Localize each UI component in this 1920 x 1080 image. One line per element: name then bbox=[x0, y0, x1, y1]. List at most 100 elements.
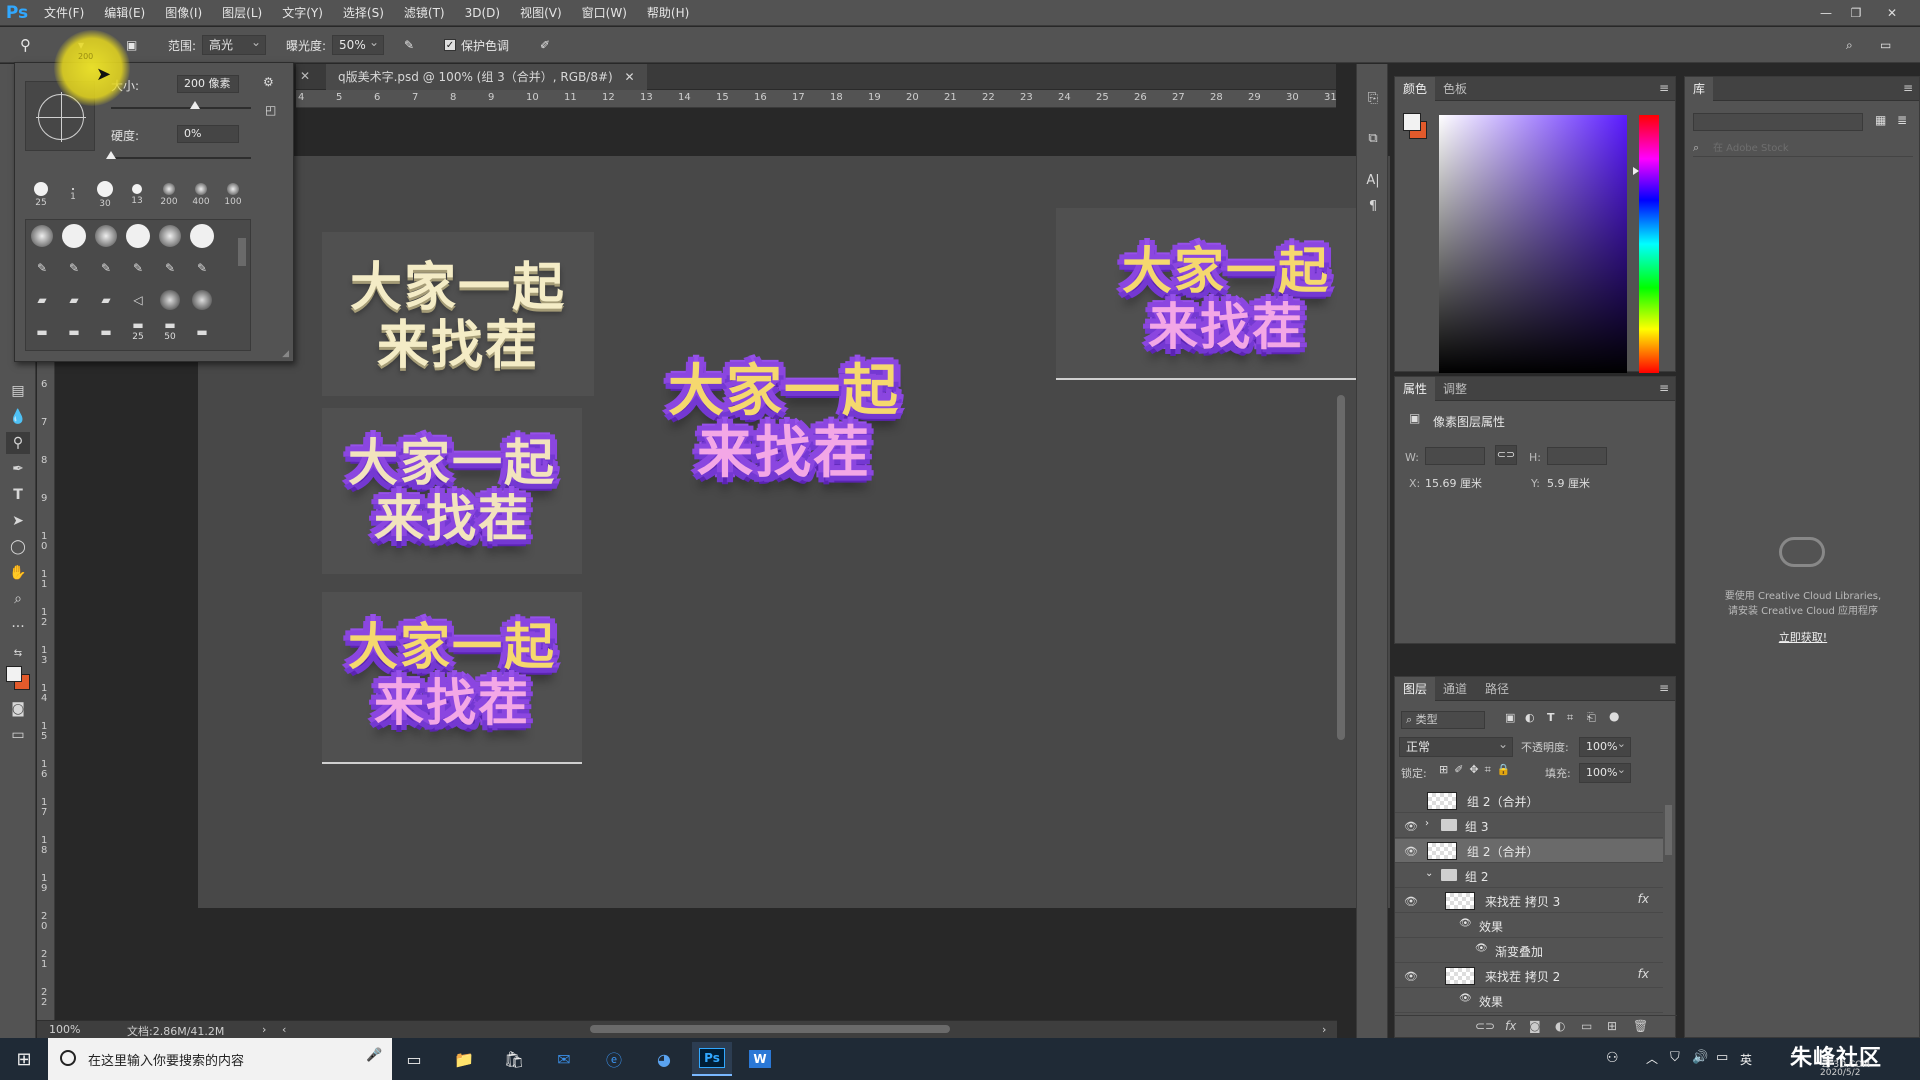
menu-item[interactable]: 图像(I) bbox=[155, 0, 212, 26]
add-mask-icon[interactable]: ◙ bbox=[1529, 1019, 1541, 1033]
tab-channels[interactable]: 通道 bbox=[1435, 677, 1475, 701]
tab-adjustments[interactable]: 调整 bbox=[1435, 377, 1475, 401]
menu-item[interactable]: 滤镜(T) bbox=[394, 0, 455, 26]
type-tool-icon[interactable]: T bbox=[6, 484, 30, 506]
panel-menu-icon[interactable]: ≡ bbox=[1659, 381, 1669, 395]
filter-type-icon[interactable]: T bbox=[1547, 711, 1555, 724]
fill-input[interactable]: 100% bbox=[1579, 761, 1631, 783]
mail-icon[interactable]: ✉ bbox=[546, 1044, 582, 1074]
chevron-down-icon[interactable]: ⌄ bbox=[1425, 868, 1433, 879]
file-explorer-icon[interactable]: 📁 bbox=[446, 1044, 482, 1074]
layer-row[interactable]: 👁 组 2（合并） bbox=[1395, 839, 1663, 863]
layer-style-icon[interactable]: fx bbox=[1505, 1019, 1516, 1033]
eye-icon[interactable]: 👁 bbox=[1403, 968, 1419, 984]
menu-item[interactable]: 帮助(H) bbox=[637, 0, 699, 26]
bristle-brush[interactable]: ✎ bbox=[92, 254, 120, 282]
filter-pixel-icon[interactable]: ▣ bbox=[1505, 711, 1515, 724]
close-button[interactable]: ✕ bbox=[1878, 0, 1906, 26]
adjustment-layer-icon[interactable]: ◐ bbox=[1555, 1019, 1565, 1033]
protect-tones-group[interactable]: ✓ 保护色调 bbox=[444, 27, 509, 63]
artwork-card-purple[interactable]: 大家一起 来找茬 bbox=[322, 408, 582, 574]
delete-layer-icon[interactable]: 🗑 bbox=[1633, 1019, 1648, 1033]
layer-row[interactable]: 组 2（合并） bbox=[1395, 789, 1663, 813]
search-icon[interactable]: ⌕ bbox=[1846, 27, 1853, 63]
workspace-icon[interactable]: ▭ bbox=[1880, 27, 1891, 63]
hard-round-brush[interactable] bbox=[124, 222, 152, 250]
brush-grid-scrollbar[interactable] bbox=[238, 238, 246, 266]
flat-brush[interactable]: ▬ bbox=[60, 318, 88, 346]
protect-tones-checkbox[interactable]: ✓ bbox=[444, 39, 456, 51]
paragraph-icon[interactable]: ¶ bbox=[1363, 196, 1383, 216]
tab-properties[interactable]: 属性 bbox=[1395, 377, 1436, 401]
ellipse-tool-icon[interactable]: ◯ bbox=[6, 536, 30, 558]
ime-indicator[interactable]: 英 bbox=[1740, 1051, 1752, 1068]
size-slider-thumb[interactable] bbox=[190, 101, 200, 109]
document-canvas[interactable]: 大家一起 来找茬 大家一起 来找茬 大家一起 来找茬 大家一起 来找茬 大家一起… bbox=[198, 156, 1390, 908]
foreground-color-chip[interactable] bbox=[1403, 113, 1421, 131]
soft-round-brush[interactable] bbox=[156, 222, 184, 250]
filter-smart-icon[interactable]: ⎗ bbox=[1587, 711, 1596, 725]
effect-eye-icon[interactable]: 👁 bbox=[1475, 943, 1488, 954]
bristle-brush[interactable]: ✎ bbox=[124, 254, 152, 282]
flat-brush[interactable]: ▬ 25 bbox=[124, 316, 152, 344]
menu-item[interactable]: 3D(D) bbox=[455, 0, 510, 26]
effects-eye-icon[interactable]: 👁 bbox=[1459, 918, 1472, 929]
bristle-brush[interactable]: ✎ bbox=[188, 254, 216, 282]
eye-icon[interactable]: 👁 bbox=[1403, 893, 1419, 909]
hardness-slider[interactable] bbox=[111, 157, 251, 159]
pressure-icon[interactable]: ✐ bbox=[540, 27, 550, 63]
brush-preset[interactable]: 400 bbox=[185, 179, 217, 211]
lock-icons[interactable]: ⊞✐✥⌗🔒 bbox=[1439, 763, 1517, 777]
range-select[interactable]: 高光 bbox=[202, 33, 267, 55]
volume-icon[interactable]: 🔊 bbox=[1692, 1050, 1708, 1065]
hand-tool-icon[interactable]: ✋ bbox=[6, 562, 30, 584]
y-input[interactable]: 5.9 厘米 bbox=[1547, 475, 1607, 491]
erodible-brush[interactable]: ▰ bbox=[60, 286, 88, 314]
new-layer-icon[interactable]: ⊞ bbox=[1607, 1019, 1617, 1033]
link-dimensions-icon[interactable]: ⊂⊃ bbox=[1495, 445, 1517, 465]
artwork-card-cream[interactable]: 大家一起 来找茬 bbox=[322, 232, 594, 396]
menu-item[interactable]: 图层(L) bbox=[212, 0, 272, 26]
menu-item[interactable]: 文字(Y) bbox=[272, 0, 333, 26]
brush-preset[interactable]: 200 bbox=[153, 179, 185, 211]
flat-brush[interactable]: ▬ bbox=[188, 318, 216, 346]
clone-source-icon[interactable]: ⧉ bbox=[1363, 128, 1383, 148]
path-select-tool-icon[interactable]: ➤ bbox=[6, 510, 30, 532]
airbrush-icon[interactable]: ✎ bbox=[404, 27, 414, 63]
effects-eye-icon[interactable]: 👁 bbox=[1459, 993, 1472, 1004]
library-search[interactable]: ⌕ 在 Adobe Stock bbox=[1693, 139, 1913, 157]
document-tab[interactable]: q版美术字.psd @ 100% (组 3（合并）, RGB/8#) ✕ bbox=[326, 64, 647, 90]
fx-badge[interactable]: fx bbox=[1638, 967, 1649, 981]
blur-tool-icon[interactable]: 💧 bbox=[6, 406, 30, 428]
bristle-brush[interactable]: ✎ bbox=[60, 254, 88, 282]
eye-icon[interactable] bbox=[1403, 868, 1419, 884]
close-tab-icon[interactable]: ✕ bbox=[625, 70, 635, 84]
task-view-icon[interactable]: ▭ bbox=[396, 1044, 432, 1074]
brush-preset[interactable]: 30 bbox=[89, 179, 121, 211]
flat-brush[interactable]: ▬ 50 bbox=[156, 316, 184, 344]
filter-toggle-icon[interactable]: ● bbox=[1609, 709, 1619, 723]
eye-icon[interactable]: 👁 bbox=[1403, 843, 1419, 859]
panel-menu-icon[interactable]: ≡ bbox=[1659, 681, 1669, 695]
new-group-icon[interactable]: ▭ bbox=[1581, 1019, 1592, 1033]
artwork-text-center[interactable]: 大家一起 来找茬 bbox=[654, 364, 914, 482]
layer-row[interactable]: 👁 来找茬 拷贝 2 fx bbox=[1395, 964, 1663, 988]
taskbar-search[interactable]: 在这里输入你要搜索的内容 🎤 bbox=[48, 1038, 392, 1080]
bristle-brush[interactable]: ✎ bbox=[28, 254, 56, 282]
tool-preset-icon[interactable]: ⚲ bbox=[20, 27, 31, 63]
history-icon[interactable]: ⎘ bbox=[1363, 88, 1383, 108]
tab-layers[interactable]: 图层 bbox=[1395, 677, 1436, 701]
tab-libraries[interactable]: 库 bbox=[1685, 77, 1714, 101]
tab-color[interactable]: 颜色 bbox=[1395, 77, 1436, 101]
quick-mask-icon[interactable]: ◙ bbox=[6, 698, 30, 720]
layer-row[interactable]: 👁 来找茬 拷贝 3 fx bbox=[1395, 889, 1663, 913]
size-slider[interactable] bbox=[111, 107, 251, 109]
eye-icon[interactable] bbox=[1403, 943, 1419, 959]
store-icon[interactable]: 🛍 bbox=[496, 1044, 532, 1074]
horizontal-scrollbar[interactable] bbox=[590, 1025, 950, 1033]
resize-grip-icon[interactable]: ◢ bbox=[282, 349, 289, 359]
filter-shape-icon[interactable]: ⌗ bbox=[1567, 711, 1573, 725]
windows-start-icon[interactable]: ⊞ bbox=[6, 1044, 42, 1074]
get-cc-link[interactable]: 立即获取! bbox=[1685, 629, 1920, 645]
layer-filter-select[interactable]: ⌕ 类型 bbox=[1401, 711, 1485, 729]
